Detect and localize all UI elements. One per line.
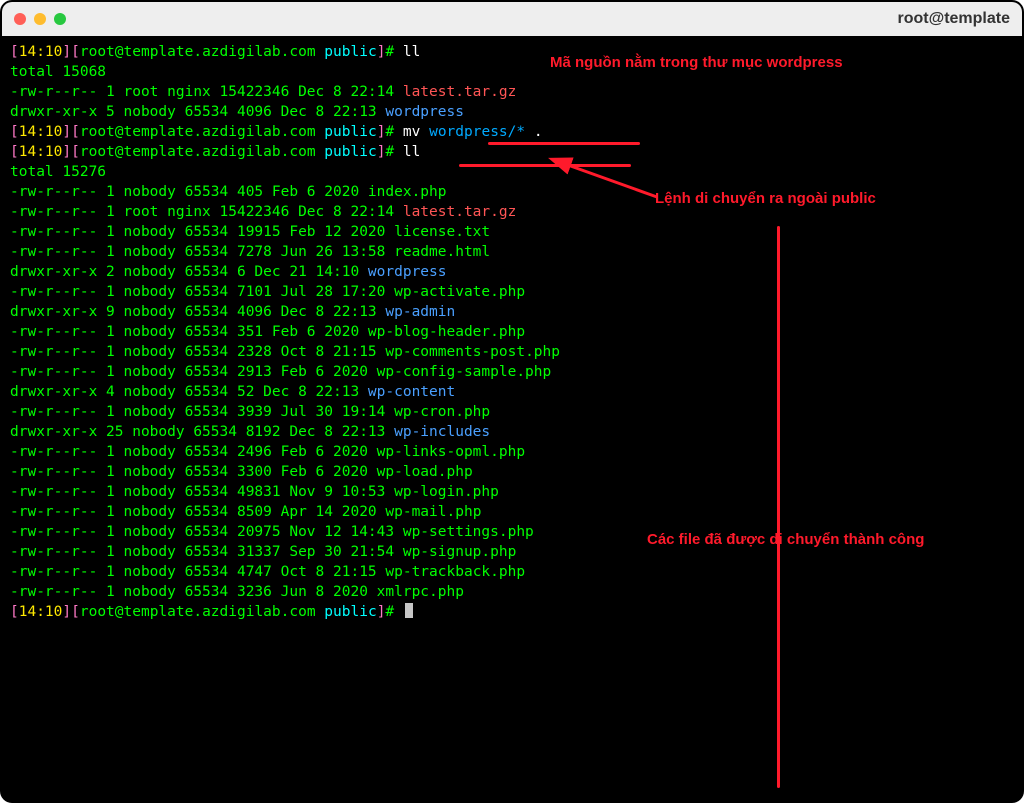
traffic-lights xyxy=(14,13,66,25)
terminal-line: -rw-r--r-- 1 nobody 65534 2328 Oct 8 21:… xyxy=(10,342,1014,362)
annotation-move-cmd: Lệnh di chuyển ra ngoài public xyxy=(655,188,876,209)
terminal-line: drwxr-xr-x 4 nobody 65534 52 Dec 8 22:13… xyxy=(10,382,1014,402)
terminal-line: [14:10][root@template.azdigilab.com publ… xyxy=(10,42,1014,62)
terminal-line: -rw-r--r-- 1 root nginx 15422346 Dec 8 2… xyxy=(10,82,1014,102)
minimize-icon[interactable] xyxy=(34,13,46,25)
terminal-line: drwxr-xr-x 5 nobody 65534 4096 Dec 8 22:… xyxy=(10,102,1014,122)
annotation-files-moved: Các file đã được di chuyển thành công xyxy=(647,529,924,550)
terminal-line: [14:10][root@template.azdigilab.com publ… xyxy=(10,122,1014,142)
terminal-line: -rw-r--r-- 1 nobody 65534 4747 Oct 8 21:… xyxy=(10,562,1014,582)
vertical-marker xyxy=(777,226,780,788)
terminal-line: -rw-r--r-- 1 nobody 65534 19915 Feb 12 2… xyxy=(10,222,1014,242)
terminal-body[interactable]: [14:10][root@template.azdigilab.com publ… xyxy=(2,36,1022,801)
terminal-line: -rw-r--r-- 1 nobody 65534 2496 Feb 6 202… xyxy=(10,442,1014,462)
cursor xyxy=(405,603,413,618)
terminal-line: -rw-r--r-- 1 nobody 65534 351 Feb 6 2020… xyxy=(10,322,1014,342)
underline-wordpress xyxy=(488,142,640,145)
terminal-line: -rw-r--r-- 1 nobody 65534 7101 Jul 28 17… xyxy=(10,282,1014,302)
terminal-line: drwxr-xr-x 25 nobody 65534 8192 Dec 8 22… xyxy=(10,422,1014,442)
terminal-line: -rw-r--r-- 1 nobody 65534 49831 Nov 9 10… xyxy=(10,482,1014,502)
terminal-line: [14:10][root@template.azdigilab.com publ… xyxy=(10,602,1014,622)
terminal-window: root@template [14:10][root@template.azdi… xyxy=(0,0,1024,803)
terminal-line: -rw-r--r-- 1 nobody 65534 2913 Feb 6 202… xyxy=(10,362,1014,382)
annotation-source-folder: Mã nguồn nằm trong thư mục wordpress xyxy=(550,52,843,73)
terminal-line: drwxr-xr-x 9 nobody 65534 4096 Dec 8 22:… xyxy=(10,302,1014,322)
terminal-line: [14:10][root@template.azdigilab.com publ… xyxy=(10,142,1014,162)
terminal-line: -rw-r--r-- 1 nobody 65534 7278 Jun 26 13… xyxy=(10,242,1014,262)
terminal-line: -rw-r--r-- 1 nobody 65534 8509 Apr 14 20… xyxy=(10,502,1014,522)
titlebar: root@template xyxy=(2,2,1022,37)
terminal-line: -rw-r--r-- 1 nobody 65534 3300 Feb 6 202… xyxy=(10,462,1014,482)
maximize-icon[interactable] xyxy=(54,13,66,25)
terminal-line: drwxr-xr-x 2 nobody 65534 6 Dec 21 14:10… xyxy=(10,262,1014,282)
terminal-line: -rw-r--r-- 1 nobody 65534 3939 Jul 30 19… xyxy=(10,402,1014,422)
close-icon[interactable] xyxy=(14,13,26,25)
window-title: root@template xyxy=(898,8,1011,30)
terminal-line: -rw-r--r-- 1 nobody 65534 3236 Jun 8 202… xyxy=(10,582,1014,602)
terminal-line: total 15068 xyxy=(10,62,1014,82)
